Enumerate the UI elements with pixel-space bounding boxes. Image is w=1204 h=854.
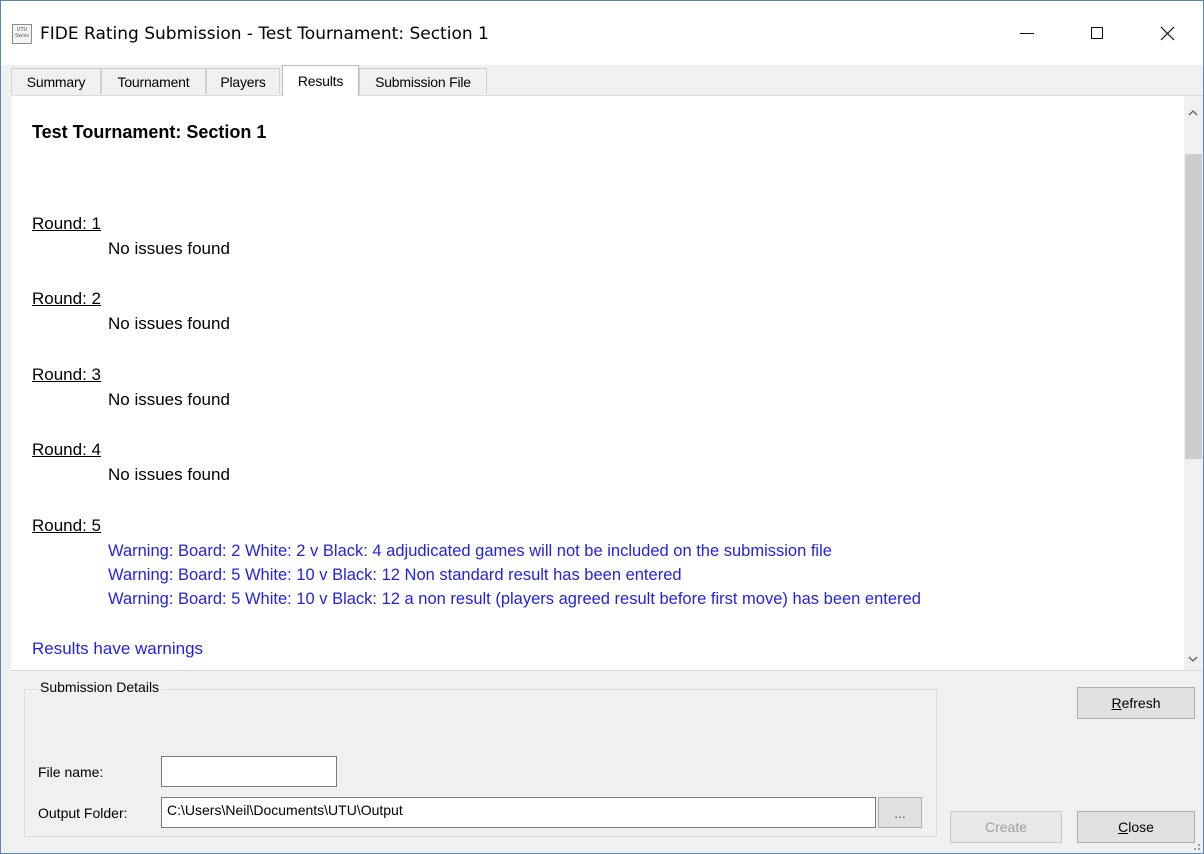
- maximize-icon: [1091, 27, 1103, 39]
- tab-summary[interactable]: Summary: [11, 68, 101, 94]
- tab-submission-file[interactable]: Submission File: [359, 68, 487, 94]
- file-name-input[interactable]: [161, 756, 337, 787]
- results-panel[interactable]: Test Tournament: Section 1 Round: 1 No i…: [11, 95, 1202, 671]
- close-button-mnemonic: C: [1118, 819, 1129, 835]
- round-label: Round: 3: [32, 365, 101, 384]
- results-summary: Results have warnings: [32, 639, 204, 658]
- round-label: Round: 1: [32, 214, 101, 233]
- maximize-button[interactable]: [1074, 13, 1120, 53]
- minimize-button[interactable]: [1004, 13, 1050, 53]
- output-folder-label: Output Folder:: [38, 805, 128, 821]
- chevron-down-icon: [1188, 656, 1198, 662]
- browse-button[interactable]: ...: [878, 797, 922, 828]
- close-button-label: lose: [1128, 819, 1154, 835]
- resize-grip-icon[interactable]: [1189, 839, 1201, 851]
- create-button[interactable]: Create: [950, 811, 1062, 843]
- round-message: No issues found: [108, 390, 230, 409]
- round-message: No issues found: [108, 314, 230, 333]
- scroll-thumb[interactable]: [1185, 154, 1202, 459]
- refresh-button-mnemonic: R: [1111, 695, 1122, 711]
- minimize-icon: [1020, 32, 1034, 34]
- output-folder-input[interactable]: C:\Users\Neil\Documents\UTU\Output: [161, 797, 876, 828]
- round-label: Round: 4: [32, 440, 101, 459]
- submission-details-label: Submission Details: [38, 679, 162, 695]
- tab-tournament[interactable]: Tournament: [101, 68, 206, 94]
- vertical-scrollbar[interactable]: [1184, 96, 1202, 670]
- window-title: FIDE Rating Submission - Test Tournament…: [40, 24, 489, 44]
- app-window: UTU Swiss FIDE Rating Submission - Test …: [0, 0, 1204, 854]
- file-name-label: File name:: [38, 764, 104, 780]
- refresh-button[interactable]: Refresh: [1077, 687, 1195, 719]
- tab-results[interactable]: Results: [282, 65, 359, 96]
- app-icon: UTU Swiss: [12, 24, 32, 44]
- warning-message: Warning: Board: 5 White: 10 v Black: 12 …: [108, 590, 921, 608]
- round-label: Round: 5: [32, 516, 101, 535]
- scroll-down-button[interactable]: [1184, 650, 1202, 668]
- round-label: Round: 2: [32, 289, 101, 308]
- tab-players[interactable]: Players: [206, 68, 280, 94]
- refresh-button-label: efresh: [1121, 695, 1161, 711]
- tab-strip: Summary Tournament Players Results Submi…: [1, 65, 1203, 96]
- scroll-up-button[interactable]: [1184, 104, 1202, 122]
- round-message: No issues found: [108, 465, 230, 484]
- title-bar[interactable]: UTU Swiss FIDE Rating Submission - Test …: [1, 1, 1203, 65]
- close-window-button[interactable]: [1144, 13, 1190, 53]
- results-title: Test Tournament: Section 1: [32, 122, 267, 142]
- chevron-up-icon: [1188, 110, 1198, 116]
- round-message: No issues found: [108, 239, 230, 258]
- close-icon: [1160, 26, 1174, 40]
- warning-message: Warning: Board: 2 White: 2 v Black: 4 ad…: [108, 542, 832, 560]
- close-button[interactable]: Close: [1077, 811, 1195, 843]
- warning-message: Warning: Board: 5 White: 10 v Black: 12 …: [108, 566, 682, 584]
